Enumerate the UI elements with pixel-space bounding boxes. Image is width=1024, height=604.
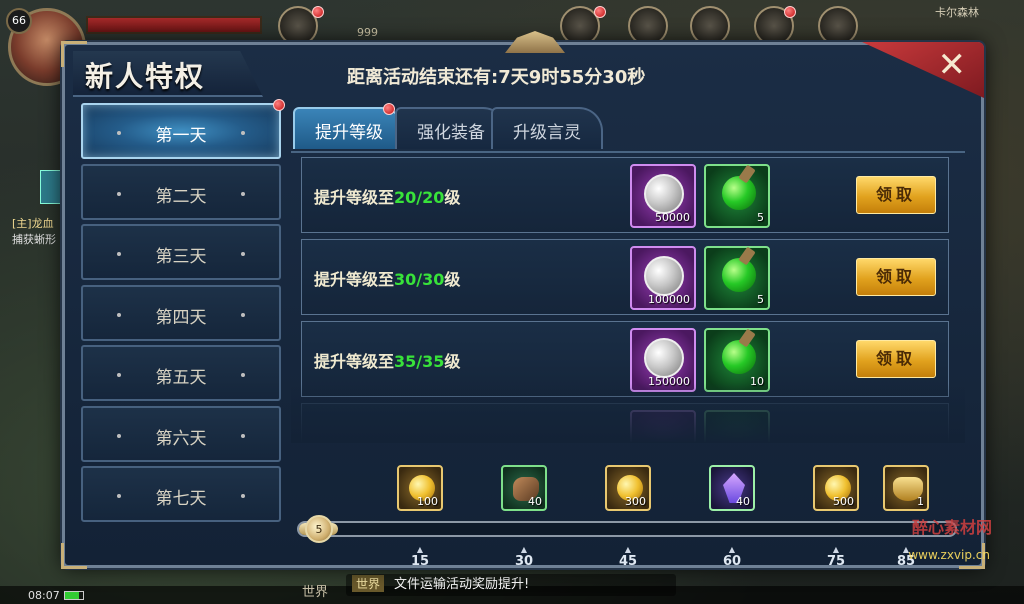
notification-dot: [383, 103, 395, 115]
scroll-fade: [291, 383, 965, 443]
chat-channel-badge: 世界: [352, 575, 385, 592]
silver-coin-item[interactable]: 100000: [630, 246, 696, 310]
day-label: 第一天: [155, 126, 207, 146]
progress-knob: 5: [305, 515, 333, 543]
day-tab-1[interactable]: 第一天: [81, 99, 285, 159]
day-label: 第五天: [155, 368, 207, 388]
tab-label: 升级言灵: [513, 123, 581, 143]
milestone-gold-coin[interactable]: 100: [397, 465, 443, 511]
tab-upgrade-spell[interactable]: 升级言灵: [491, 107, 603, 149]
close-icon: ✕: [937, 45, 967, 85]
claim-button[interactable]: 领取: [856, 176, 936, 214]
watermark-logo: 醉心素材网: [911, 518, 992, 537]
item-quantity: 500: [833, 495, 854, 508]
potion-icon: [722, 176, 756, 210]
quest-tracker[interactable]: [主]龙血 捕获蜥形: [12, 216, 56, 248]
day-label: 第六天: [155, 428, 207, 449]
map-name: 卡尔森林: [935, 6, 979, 19]
tab-label: 提升等级: [315, 123, 383, 143]
progress-track: [297, 521, 957, 537]
tab-label: 强化装备: [417, 123, 485, 143]
player-hp-bar: [86, 16, 262, 34]
power-text: 999: [357, 26, 378, 39]
tab-level-up[interactable]: 提升等级: [293, 103, 405, 149]
item-quantity: 40: [736, 495, 750, 508]
day-label: 第四天: [155, 307, 207, 328]
menu-icon-3[interactable]: [690, 6, 730, 46]
notification-dot: [594, 6, 606, 18]
milestone-tick: 60: [712, 545, 752, 569]
day-tab-3[interactable]: 第三天: [81, 224, 281, 280]
notification-dot: [312, 6, 324, 18]
close-button[interactable]: ✕: [862, 42, 984, 98]
milestone-rewards: 100 40 300 40 500 1 5 15 30 45 60 75 85: [291, 465, 971, 569]
silver-coin-icon: [644, 338, 684, 378]
player-level: 66: [6, 8, 32, 34]
notification-dot: [273, 99, 285, 111]
progress-value: 5: [315, 523, 323, 536]
quest-line-sub: 捕获蜥形: [12, 233, 56, 246]
chat-message: 文件运输活动奖励提升!: [394, 577, 530, 592]
item-quantity: 100000: [648, 293, 690, 306]
day-label: 第七天: [155, 489, 207, 509]
item-quantity: 1: [917, 495, 924, 508]
chat-world-tab[interactable]: 世界: [302, 581, 328, 600]
day-label: 第二天: [155, 186, 207, 207]
event-countdown: 距离活动结束还有:7天9时55分30秒: [347, 67, 646, 88]
potion-item[interactable]: 5: [704, 164, 770, 228]
potion-item[interactable]: 5: [704, 246, 770, 310]
silver-coin-icon: [644, 256, 684, 296]
reward-requirement: 提升等级至20/20级: [314, 188, 461, 207]
day-tab-4[interactable]: 第四天: [81, 284, 281, 341]
reward-requirement: 提升等级至30/30级: [314, 270, 461, 289]
milestone-gold-coin[interactable]: 300: [605, 465, 651, 511]
reward-row: 提升等级至20/20级 50000 5 领取: [301, 157, 949, 233]
frame-corner: [61, 543, 87, 569]
day-list: 第一天 第二天 第三天 第四天 第五天 第六天 第七天: [81, 99, 285, 527]
milestone-tick: 30: [504, 545, 544, 569]
silver-coin-item[interactable]: 50000: [630, 164, 696, 228]
quest-line-main: [主]龙血: [12, 217, 54, 230]
day-tab-2[interactable]: 第二天: [81, 163, 281, 220]
item-quantity: 5: [757, 293, 764, 306]
milestone-tick: 75: [816, 545, 856, 569]
item-quantity: 100: [417, 495, 438, 508]
item-quantity: 50000: [655, 211, 690, 224]
reward-requirement: 提升等级至35/35级: [314, 352, 461, 371]
potion-icon: [722, 340, 756, 374]
claim-button[interactable]: 领取: [856, 258, 936, 296]
milestone-tick: 45: [608, 545, 648, 569]
milestone-ore[interactable]: 40: [501, 465, 547, 511]
day-tab-6[interactable]: 第六天: [81, 405, 281, 462]
dialog-title: 新人特权: [85, 60, 206, 93]
battery-icon: [64, 591, 84, 600]
claim-button[interactable]: 领取: [856, 340, 936, 378]
newbie-privilege-dialog: 新人特权 距离活动结束还有:7天9时55分30秒 ✕ 第一天 第二天 第三天 第…: [61, 31, 985, 569]
notification-dot: [784, 6, 796, 18]
reward-list[interactable]: 提升等级至20/20级 50000 5 领取 提升等级至30/30级 10000…: [291, 151, 965, 443]
milestone-tick: 15: [400, 545, 440, 569]
hammer-icon[interactable]: [628, 6, 668, 46]
item-quantity: 300: [625, 495, 646, 508]
day-tab-7[interactable]: 第七天: [81, 466, 281, 522]
potion-icon: [722, 258, 756, 292]
day-tab-5[interactable]: 第五天: [81, 345, 281, 401]
milestone-chariot[interactable]: 1: [883, 465, 929, 511]
item-quantity: 40: [528, 495, 542, 508]
clock: 08:07: [28, 589, 60, 602]
milestone-crystal[interactable]: 40: [709, 465, 755, 511]
item-quantity: 5: [757, 211, 764, 224]
milestone-gold-coin[interactable]: 500: [813, 465, 859, 511]
watermark-url: www.zxvip.cn: [908, 548, 990, 562]
silver-coin-icon: [644, 174, 684, 214]
reward-row: 提升等级至30/30级 100000 5 领取: [301, 239, 949, 315]
bag-icon[interactable]: [818, 6, 858, 46]
day-label: 第三天: [155, 247, 207, 267]
